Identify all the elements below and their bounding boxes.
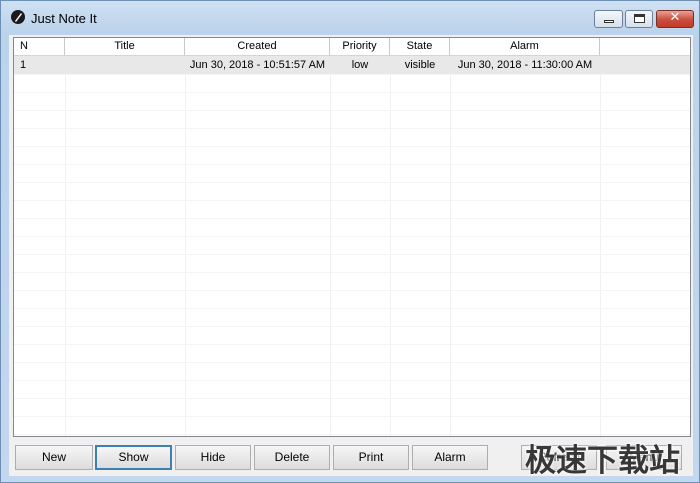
title-bar[interactable]: Just Note It ✕ (1, 1, 699, 35)
cell-n: 1 (20, 59, 27, 71)
show-button[interactable]: Show (95, 445, 172, 470)
column-header-state[interactable]: State (390, 38, 450, 55)
row-line (14, 236, 690, 237)
row-line (14, 164, 690, 165)
notes-list[interactable]: N Title Created Priority State Alarm 1 J… (13, 37, 691, 437)
hide-button[interactable]: Hide (175, 445, 251, 470)
new-button[interactable]: New (15, 445, 93, 470)
print-button[interactable]: Print (333, 445, 409, 470)
row-line (14, 398, 690, 399)
close-icon: ✕ (669, 10, 681, 25)
row-line (14, 272, 690, 273)
row-line (14, 110, 690, 111)
row-line (14, 92, 690, 93)
row-line (14, 308, 690, 309)
row-line (14, 218, 690, 219)
column-header-title[interactable]: Title (65, 38, 185, 55)
cell-state: visible (404, 59, 436, 71)
minimize-icon (604, 20, 614, 23)
maximize-button[interactable] (625, 10, 653, 28)
row-line (14, 128, 690, 129)
table-row[interactable]: 1 Jun 30, 2018 - 10:51:57 AM low visible… (14, 56, 690, 74)
delete-button[interactable]: Delete (254, 445, 330, 470)
cell-created: Jun 30, 2018 - 10:51:57 AM (189, 59, 326, 71)
row-line (14, 74, 690, 75)
window-title: Just Note It (31, 11, 97, 26)
column-header-alarm[interactable]: Alarm (450, 38, 600, 55)
row-line (14, 146, 690, 147)
pen-icon (11, 10, 25, 24)
row-line (14, 326, 690, 327)
list-header: N Title Created Priority State Alarm (14, 38, 690, 56)
alarm-button[interactable]: Alarm (412, 445, 488, 470)
close-button[interactable]: ✕ (656, 10, 694, 28)
column-header-n[interactable]: N (14, 38, 65, 55)
row-line (14, 416, 690, 417)
watermark-text: 极速下载站 (525, 443, 680, 479)
row-line (14, 182, 690, 183)
cell-title (69, 56, 183, 74)
client-area: N Title Created Priority State Alarm 1 J… (9, 35, 693, 476)
row-line (14, 344, 690, 345)
row-line (14, 290, 690, 291)
row-line (14, 200, 690, 201)
cell-priority: low (351, 59, 369, 71)
column-header-priority[interactable]: Priority (330, 38, 390, 55)
column-header-created[interactable]: Created (185, 38, 330, 55)
row-line (14, 380, 690, 381)
cell-alarm: Jun 30, 2018 - 11:30:00 AM (457, 59, 593, 71)
maximize-icon (634, 14, 645, 23)
minimize-button[interactable] (594, 10, 623, 28)
row-line (14, 362, 690, 363)
row-line (14, 254, 690, 255)
app-window: Just Note It ✕ N Title Created Priority … (0, 0, 700, 483)
column-header-filler (600, 38, 690, 55)
